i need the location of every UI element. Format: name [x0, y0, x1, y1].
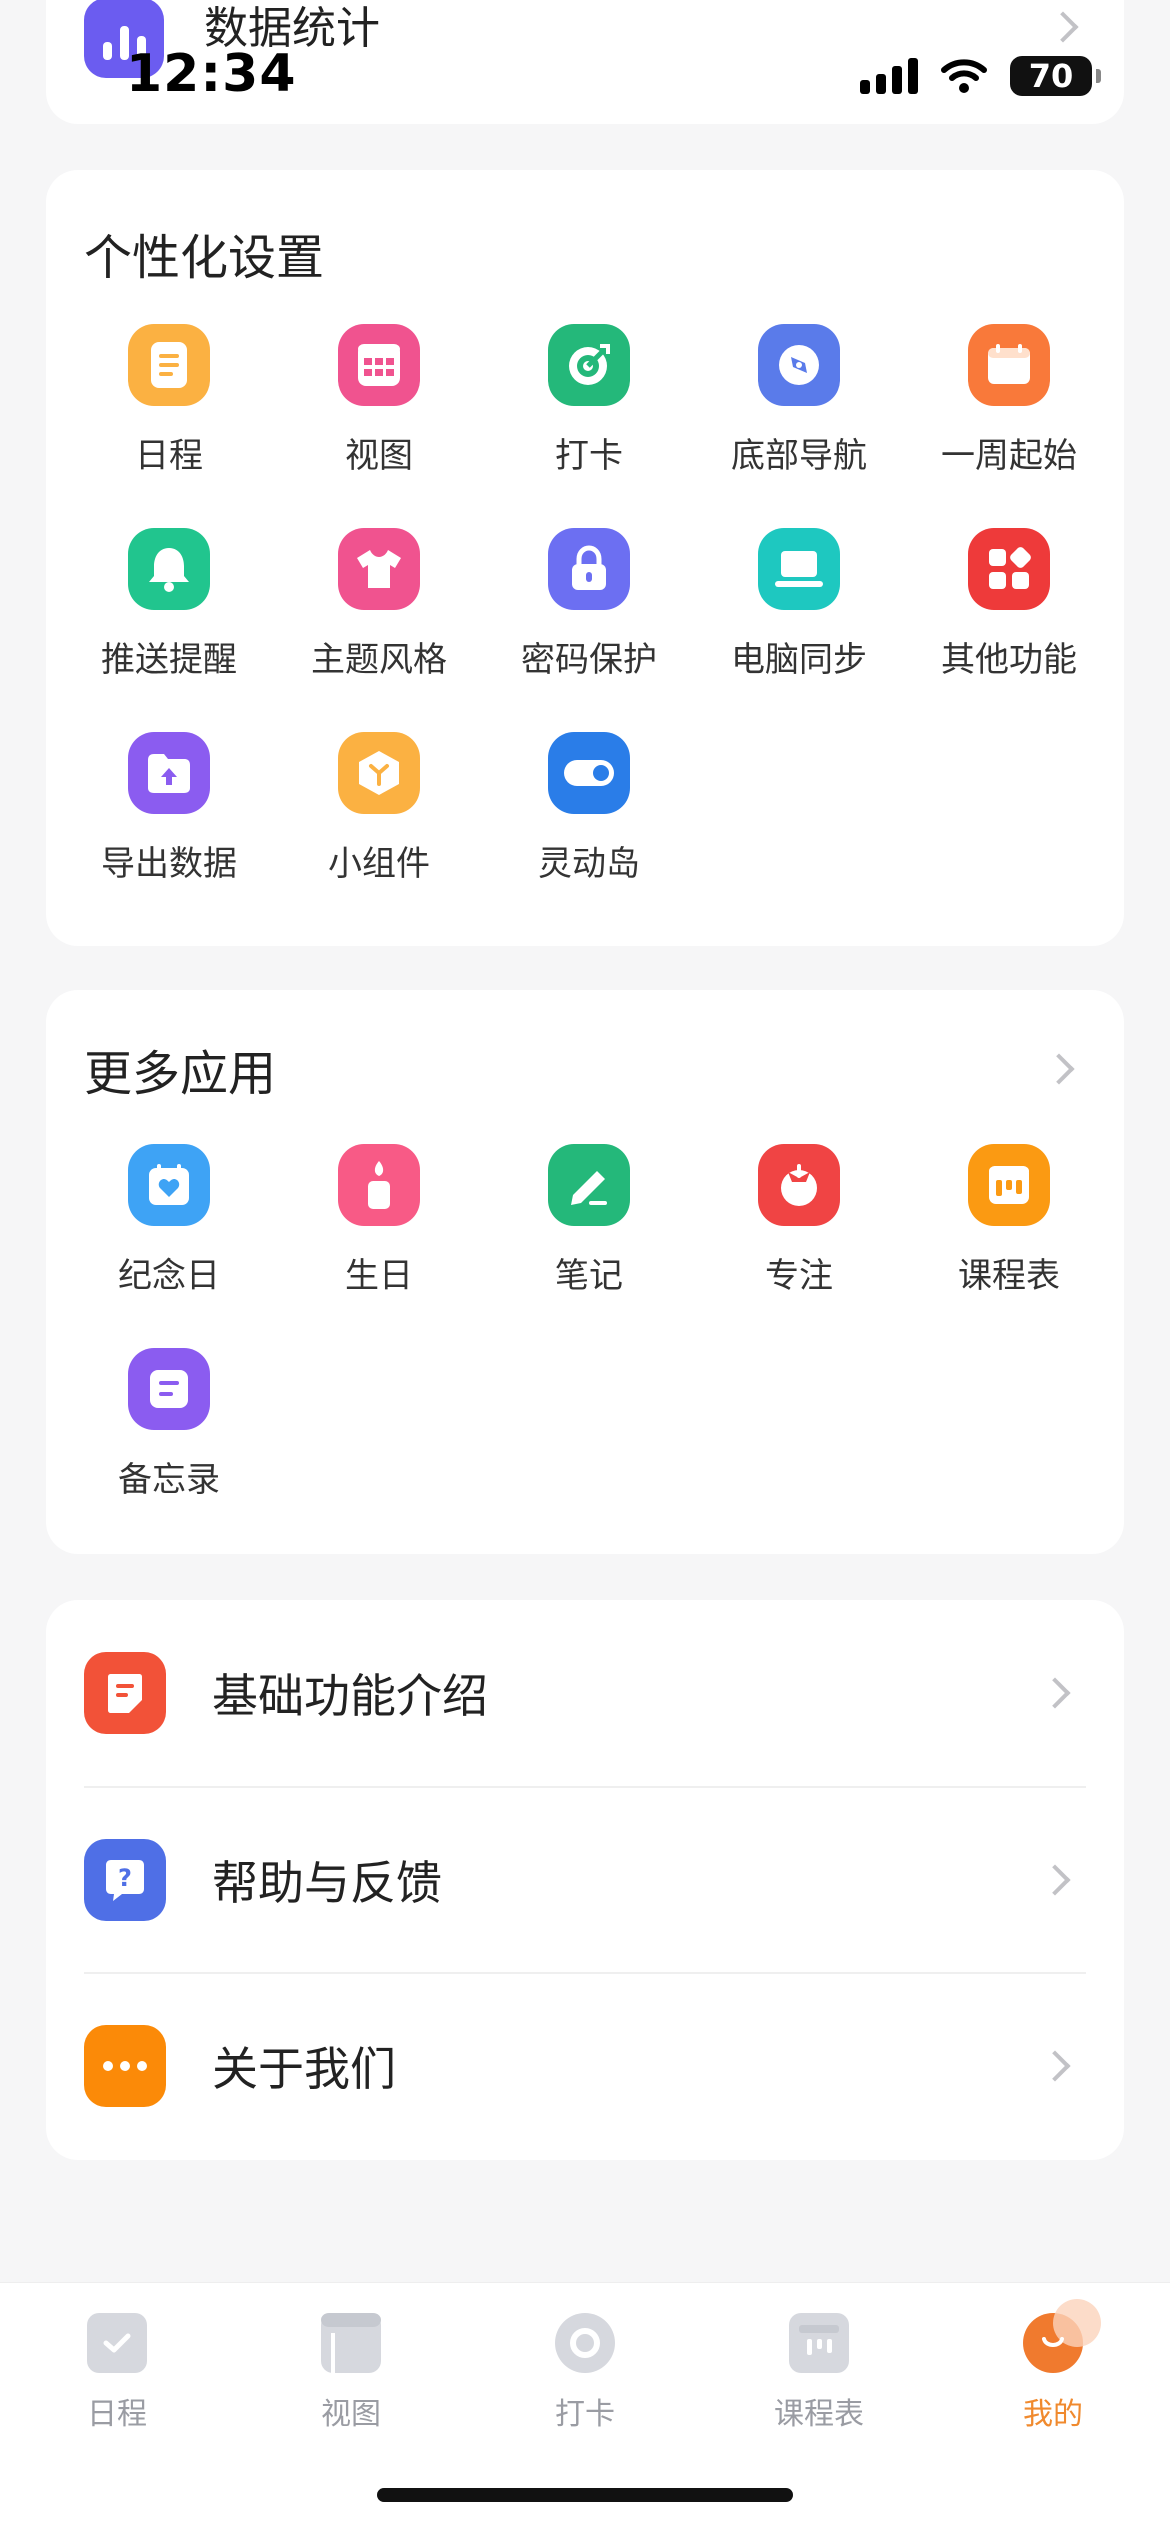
help-chat-icon: ?: [84, 1839, 166, 1921]
view-grid-icon: [338, 324, 420, 406]
tile-label: 笔记: [555, 1256, 623, 1296]
tab-label: 课程表: [774, 2397, 864, 2432]
tomato-icon: [758, 1144, 840, 1226]
tile-label: 底部导航: [731, 436, 867, 476]
tile-dynamic-island[interactable]: 灵动岛: [484, 732, 694, 885]
bell-icon: [128, 528, 210, 610]
document-icon: [84, 1652, 166, 1734]
chevron-right-icon[interactable]: [1043, 1053, 1075, 1085]
tab-timetable[interactable]: 课程表: [702, 2313, 936, 2433]
tile-label: 纪念日: [118, 1256, 220, 1296]
chevron-right-icon: [1039, 1677, 1071, 1709]
list-item-help-feedback[interactable]: ? 帮助与反馈: [84, 1787, 1086, 1973]
tile-label: 电脑同步: [731, 640, 867, 680]
tile-label: 日程: [135, 436, 203, 476]
personalize-card: 个性化设置 日程 视图 打卡 底部导航 一周起始 推送提醒 主题风格 密码保护 …: [46, 170, 1124, 946]
tile-label: 专注: [765, 1256, 833, 1296]
pencil-icon: [548, 1144, 630, 1226]
tab-schedule[interactable]: 日程: [0, 2313, 234, 2433]
tile-week-start[interactable]: 一周起始: [904, 324, 1114, 477]
section-title: 个性化设置: [84, 230, 325, 286]
tab-view[interactable]: 视图: [234, 2313, 468, 2433]
tile-label: 小组件: [328, 844, 430, 884]
checkin-target-icon: [548, 324, 630, 406]
chevron-right-icon: [1039, 1864, 1071, 1896]
more-apps-card: 更多应用 纪念日 生日 笔记 专注 课程表 备忘录: [46, 990, 1124, 1554]
tile-password[interactable]: 密码保护: [484, 528, 694, 681]
tile-label: 密码保护: [521, 640, 657, 680]
info-list-card: 基础功能介绍 ? 帮助与反馈 关于我们: [46, 1600, 1124, 2160]
tile-label: 课程表: [958, 1256, 1060, 1296]
tile-export-data[interactable]: 导出数据: [64, 732, 274, 885]
toggle-icon: [548, 732, 630, 814]
tile-push-reminder[interactable]: 推送提醒: [64, 528, 274, 681]
tile-label: 打卡: [555, 436, 623, 476]
list-item-label: 帮助与反馈: [212, 1856, 442, 1910]
tile-view[interactable]: 视图: [274, 324, 484, 477]
memo-icon: [128, 1348, 210, 1430]
tab-label: 视图: [321, 2397, 381, 2432]
tile-label: 一周起始: [941, 436, 1077, 476]
profile-smile-icon: [1023, 2299, 1101, 2373]
apps-icon: [968, 528, 1050, 610]
compass-icon: [758, 324, 840, 406]
anniversary-icon: [128, 1144, 210, 1226]
tab-label: 打卡: [555, 2397, 615, 2432]
widget-box-icon: [338, 732, 420, 814]
schedule-icon: [128, 324, 210, 406]
export-folder-icon: [128, 732, 210, 814]
list-item-basic-intro[interactable]: 基础功能介绍: [84, 1600, 1086, 1786]
tab-mine[interactable]: 我的: [936, 2299, 1170, 2433]
tshirt-icon: [338, 528, 420, 610]
chevron-right-icon: [1039, 2050, 1071, 2082]
lock-icon: [548, 528, 630, 610]
tile-label: 生日: [345, 1256, 413, 1296]
tile-memo[interactable]: 备忘录: [64, 1348, 274, 1501]
ring-icon: [555, 2313, 615, 2373]
section-title[interactable]: 更多应用: [84, 1034, 276, 1104]
tile-label: 视图: [345, 436, 413, 476]
wifi-icon: [941, 59, 987, 93]
layout-icon: [321, 2313, 381, 2373]
tile-notes[interactable]: 笔记: [484, 1144, 694, 1297]
tile-label: 推送提醒: [101, 640, 237, 680]
cellular-signal-icon: [860, 58, 918, 94]
tile-theme[interactable]: 主题风格: [274, 528, 484, 681]
tile-checkin[interactable]: 打卡: [484, 324, 694, 477]
svg-text:?: ?: [118, 1864, 132, 1892]
timetable-icon: [789, 2313, 849, 2373]
tile-label: 主题风格: [311, 640, 447, 680]
status-indicators: 70: [860, 56, 1101, 96]
more-dots-icon: [84, 2025, 166, 2107]
tile-anniversary[interactable]: 纪念日: [64, 1144, 274, 1297]
tile-pc-sync[interactable]: 电脑同步: [694, 528, 904, 681]
chevron-right-icon: [1047, 11, 1079, 43]
tile-label: 其他功能: [941, 640, 1077, 680]
laptop-icon: [758, 528, 840, 610]
list-item-label: 关于我们: [212, 2042, 396, 2096]
birthday-candle-icon: [338, 1144, 420, 1226]
home-indicator: [377, 2488, 793, 2502]
list-item-label: 基础功能介绍: [212, 1669, 488, 1723]
tile-label: 灵动岛: [538, 844, 640, 884]
tile-birthday[interactable]: 生日: [274, 1144, 484, 1297]
tile-timetable[interactable]: 课程表: [904, 1144, 1114, 1297]
tile-schedule[interactable]: 日程: [64, 324, 274, 477]
week-calendar-icon: [968, 324, 1050, 406]
timetable-icon: [968, 1144, 1050, 1226]
tile-bottom-nav[interactable]: 底部导航: [694, 324, 904, 477]
tile-label: 导出数据: [101, 844, 237, 884]
status-time: 12:34: [126, 44, 297, 104]
battery-indicator: 70: [1010, 56, 1101, 96]
tile-other-features[interactable]: 其他功能: [904, 528, 1114, 681]
tile-focus[interactable]: 专注: [694, 1144, 904, 1297]
checkbox-icon: [87, 2313, 147, 2373]
tab-label: 我的: [1023, 2397, 1083, 2432]
tab-checkin[interactable]: 打卡: [468, 2313, 702, 2433]
tile-label: 备忘录: [118, 1460, 220, 1500]
list-item-about-us[interactable]: 关于我们: [84, 1973, 1086, 2159]
tab-label: 日程: [87, 2397, 147, 2432]
tile-widget[interactable]: 小组件: [274, 732, 484, 885]
